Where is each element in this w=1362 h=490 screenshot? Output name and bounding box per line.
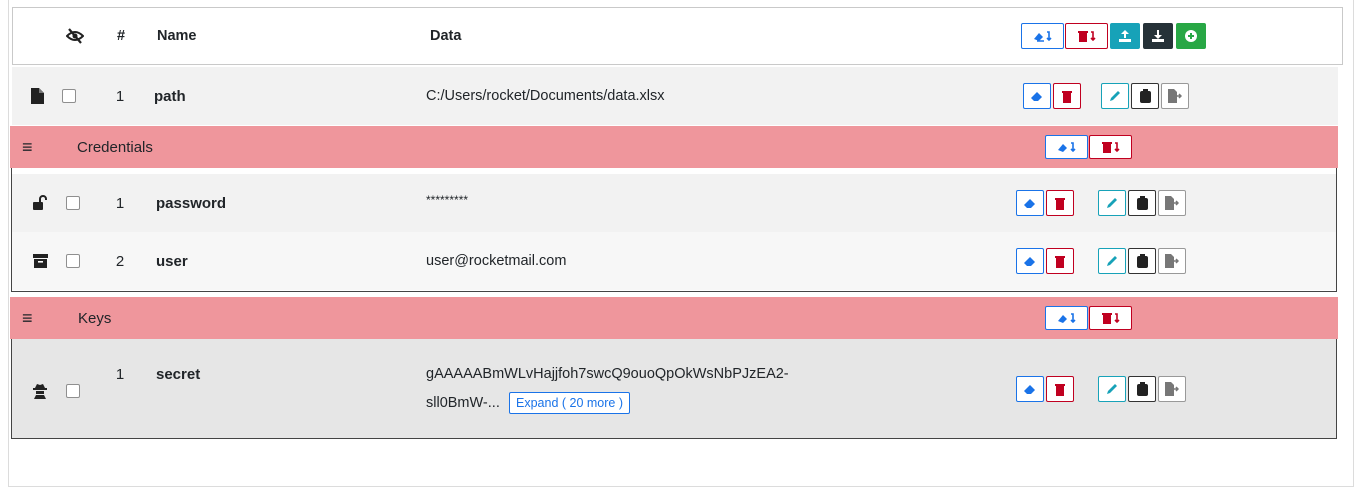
table-header: # Name Data xyxy=(12,7,1343,65)
table-row: 1 password ********* xyxy=(12,174,1336,232)
row-data: C:/Users/rocket/Documents/data.xlsx xyxy=(426,88,665,104)
copy-button[interactable] xyxy=(1128,190,1156,216)
clear-button[interactable] xyxy=(1016,376,1044,402)
add-button[interactable] xyxy=(1176,23,1206,49)
edit-button[interactable] xyxy=(1098,190,1126,216)
name-header: Name xyxy=(157,28,197,44)
group-title: Credentials xyxy=(77,138,153,156)
row-data: user@rocketmail.com xyxy=(426,253,567,269)
expand-button[interactable]: Expand ( 20 more ) xyxy=(509,392,630,414)
upload-button[interactable] xyxy=(1110,23,1140,49)
table-row: 2 user user@rocketmail.com xyxy=(12,232,1336,290)
row-checkbox[interactable] xyxy=(62,89,76,103)
row-checkbox[interactable] xyxy=(66,384,80,398)
table-row: 1 path C:/Users/rocket/Documents/data.xl… xyxy=(12,67,1338,125)
export-button[interactable] xyxy=(1158,190,1186,216)
group-header-credentials[interactable]: ≡ Credentials xyxy=(10,126,1338,168)
group-delete-button[interactable] xyxy=(1089,135,1132,159)
row-data-truncated: sll0BmW-... xyxy=(426,395,500,411)
row-index: 2 xyxy=(115,252,125,270)
copy-button[interactable] xyxy=(1128,248,1156,274)
delete-button[interactable] xyxy=(1046,190,1074,216)
row-index: 1 xyxy=(115,194,125,212)
edit-button[interactable] xyxy=(1098,248,1126,274)
group-menu-icon[interactable]: ≡ xyxy=(22,308,33,329)
delete-all-button[interactable] xyxy=(1065,23,1108,49)
row-checkbox[interactable] xyxy=(66,254,80,268)
row-name: path xyxy=(154,87,186,105)
row-index: 1 xyxy=(115,87,125,105)
row-name: password xyxy=(156,194,227,212)
download-button[interactable] xyxy=(1143,23,1173,49)
clear-button[interactable] xyxy=(1023,83,1051,109)
group-title: Keys xyxy=(78,309,112,327)
row-checkbox[interactable] xyxy=(66,196,80,210)
edit-button[interactable] xyxy=(1098,376,1126,402)
row-name: user xyxy=(156,252,188,270)
copy-button[interactable] xyxy=(1131,83,1159,109)
group-clear-button[interactable] xyxy=(1045,135,1088,159)
clear-all-button[interactable] xyxy=(1021,23,1064,49)
eye-slash-icon[interactable] xyxy=(65,26,85,46)
copy-button[interactable] xyxy=(1128,376,1156,402)
delete-button[interactable] xyxy=(1046,376,1074,402)
row-name: secret xyxy=(156,366,201,383)
export-button[interactable] xyxy=(1161,83,1189,109)
file-icon xyxy=(27,86,47,106)
row-data: ********* xyxy=(426,193,469,207)
data-header: Data xyxy=(430,28,462,44)
edit-button[interactable] xyxy=(1101,83,1129,109)
group-clear-button[interactable] xyxy=(1045,306,1088,330)
group-header-keys[interactable]: ≡ Keys xyxy=(10,297,1338,339)
group-delete-button[interactable] xyxy=(1089,306,1132,330)
export-button[interactable] xyxy=(1158,248,1186,274)
row-data: gAAAAABmWLvHajjfoh7swcQ9ouoQpOkWsNbPJzEA… xyxy=(426,366,789,382)
group-menu-icon[interactable]: ≡ xyxy=(22,137,33,158)
clear-button[interactable] xyxy=(1016,248,1044,274)
unlock-icon xyxy=(30,193,50,213)
table-row: 1 secret gAAAAABmWLvHajjfoh7swcQ9ouoQpOk… xyxy=(12,345,1336,437)
index-header: # xyxy=(116,28,126,44)
row-index: 1 xyxy=(115,366,125,383)
delete-button[interactable] xyxy=(1053,83,1081,109)
archive-icon xyxy=(30,251,50,271)
clear-button[interactable] xyxy=(1016,190,1044,216)
export-button[interactable] xyxy=(1158,376,1186,402)
user-secret-icon xyxy=(30,381,50,401)
delete-button[interactable] xyxy=(1046,248,1074,274)
